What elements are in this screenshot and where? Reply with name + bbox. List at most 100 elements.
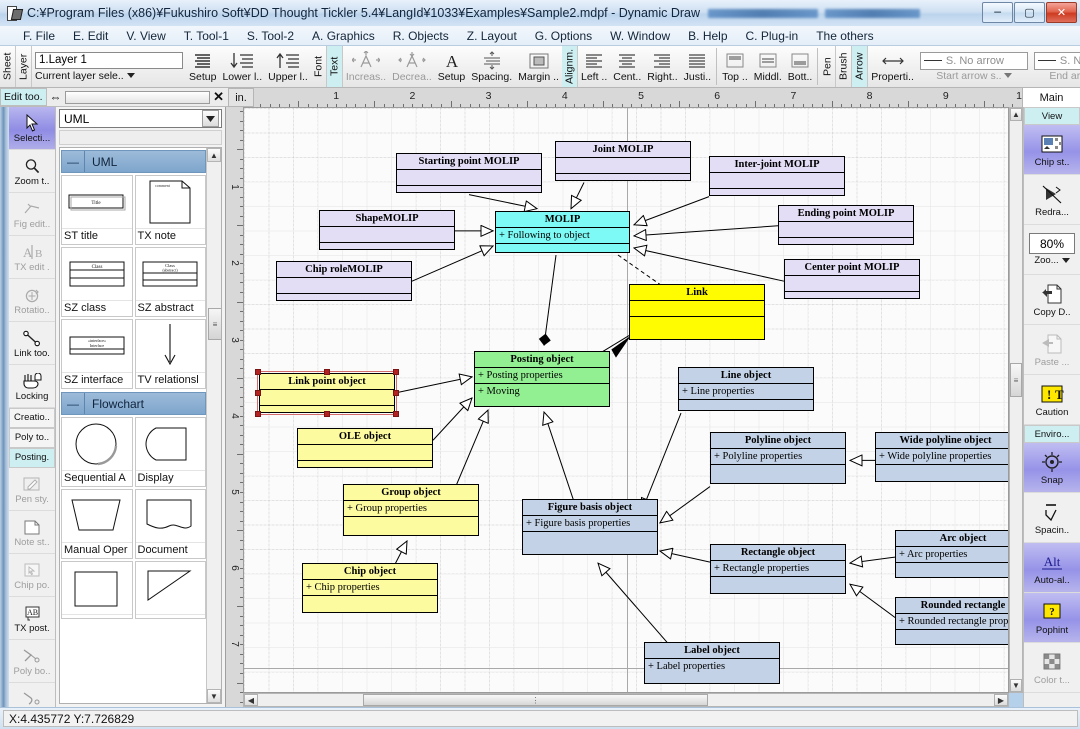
node-rounded-rectangle-object[interactable]: Rounded rectangle + Rounded rectangle pr…: [895, 597, 1008, 645]
scroll-down-icon[interactable]: ▼: [1010, 679, 1022, 692]
menu-objects[interactable]: R. Objects: [384, 27, 458, 45]
text-setup-button[interactable]: A Setup: [435, 46, 468, 87]
node-joint-molip[interactable]: Joint MOLIP: [555, 141, 691, 181]
layer-selector[interactable]: 1.Layer 1 Current layer sele..: [32, 46, 186, 87]
menu-window[interactable]: W. Window: [601, 27, 679, 45]
tool-note-style[interactable]: Note st..: [9, 511, 55, 554]
diagram-canvas[interactable]: Starting point MOLIP Joint MOLIP Inter-j…: [243, 107, 1009, 693]
palette-item-document[interactable]: Document: [134, 489, 206, 559]
menu-edit[interactable]: E. Edit: [64, 27, 117, 45]
menu-graphics[interactable]: A. Graphics: [303, 27, 384, 45]
scroll-right-icon[interactable]: ▶: [994, 694, 1008, 706]
node-group-object[interactable]: Group object + Group properties: [343, 484, 479, 536]
font-tab[interactable]: Font: [310, 46, 327, 87]
align-middle-button[interactable]: Middl.: [751, 46, 785, 87]
tool-locking[interactable]: Locking: [9, 365, 55, 408]
palette-item-manual-operation[interactable]: Manual Oper: [61, 489, 133, 559]
align-bottom-button[interactable]: Bott..: [785, 46, 816, 87]
node-inter-joint-molip[interactable]: Inter-joint MOLIP: [709, 156, 845, 196]
palette-item-rect[interactable]: [61, 561, 133, 619]
collapse-icon[interactable]: —: [62, 397, 84, 411]
tool-text-edit[interactable]: AB TX edit .: [9, 236, 55, 279]
maximize-button[interactable]: ▢: [1014, 2, 1045, 23]
copy-document-button[interactable]: Copy D..: [1024, 275, 1080, 325]
tool-figure-edit[interactable]: Fig edit..: [9, 193, 55, 236]
selection-handle[interactable]: [255, 369, 261, 375]
node-center-point-molip[interactable]: Center point MOLIP: [784, 259, 920, 299]
menu-layout[interactable]: Z. Layout: [458, 27, 526, 45]
node-ending-point-molip[interactable]: Ending point MOLIP: [778, 205, 914, 245]
tool-pen-style[interactable]: Pen sty.: [9, 468, 55, 511]
horizontal-ruler[interactable]: 12345678910: [254, 88, 1023, 108]
end-arrow-selector[interactable]: S. No arrow End arrow sel.: [1031, 46, 1080, 87]
vertical-ruler[interactable]: 12345678: [226, 107, 244, 707]
palette-group-uml[interactable]: — UML: [61, 150, 206, 173]
tool-rotation[interactable]: Rotatio..: [9, 279, 55, 322]
tool-creation[interactable]: Creatio..: [9, 408, 55, 428]
caution-button[interactable]: ! T Caution: [1024, 375, 1080, 425]
palette-scroll-thumb[interactable]: ≡: [208, 308, 221, 340]
pophint-button[interactable]: ? Pophint: [1024, 593, 1080, 643]
selection-handle[interactable]: [255, 411, 261, 417]
node-label-object[interactable]: Label object + Label properties: [644, 642, 780, 684]
environment-tab[interactable]: Enviro...: [1024, 425, 1080, 443]
menu-file[interactable]: F. File: [14, 27, 64, 45]
layer-tab[interactable]: Layer: [16, 46, 32, 87]
tool-selection[interactable]: Selecti...: [9, 107, 55, 150]
lower-layer-button[interactable]: Lower l..: [219, 46, 265, 87]
menu-tool-2[interactable]: S. Tool-2: [238, 27, 303, 45]
align-left-button[interactable]: Left ..: [578, 46, 610, 87]
close-button[interactable]: ✕: [1046, 2, 1077, 23]
decrease-font-button[interactable]: Decrea..: [389, 46, 435, 87]
palette-scrollbar[interactable]: ▲ ≡ ▼: [206, 148, 221, 703]
horizontal-scroll-track[interactable]: ⋮: [258, 694, 994, 706]
selection-handle[interactable]: [393, 390, 399, 396]
chevron-down-icon[interactable]: [1003, 73, 1012, 78]
scroll-up-icon[interactable]: ▲: [1010, 108, 1022, 121]
tool-posting[interactable]: Posting.: [9, 448, 55, 468]
palette-group-flowchart[interactable]: — Flowchart: [61, 392, 206, 415]
brush-tab[interactable]: Brush: [836, 46, 853, 87]
node-figure-basis-object[interactable]: Figure basis object + Figure basis prope…: [522, 499, 658, 555]
palette-item-sequential-access[interactable]: Sequential A: [61, 417, 133, 487]
selection-handle[interactable]: [393, 411, 399, 417]
increase-font-button[interactable]: Increas..: [343, 46, 389, 87]
selection-handle[interactable]: [324, 369, 330, 375]
layer-setup-button[interactable]: Setup: [186, 46, 219, 87]
node-starting-point-molip[interactable]: Starting point MOLIP: [396, 153, 542, 193]
view-tab[interactable]: View: [1024, 107, 1080, 125]
palette-item-sz-interface[interactable]: «interface» Interface SZ interface: [61, 319, 133, 389]
align-right-button[interactable]: Right..: [644, 46, 680, 87]
spacing-button[interactable]: Spacing.: [468, 46, 515, 87]
node-chip-object[interactable]: Chip object + Chip properties: [302, 563, 438, 613]
zoom-control[interactable]: 80% Zoo...: [1024, 225, 1080, 275]
node-ole-object[interactable]: OLE object: [297, 428, 433, 468]
node-wide-polyline-object[interactable]: Wide polyline object + Wide polyline pro…: [875, 432, 1008, 482]
tool-chip-posting[interactable]: Chip po.: [9, 554, 55, 597]
tool-polyline-border[interactable]: Poly bo..: [9, 640, 55, 683]
vertical-scroll-thumb[interactable]: ≡: [1010, 363, 1022, 397]
auto-align-button[interactable]: Alt Auto-al..: [1024, 543, 1080, 593]
node-arc-object[interactable]: Arc object + Arc properties: [895, 530, 1008, 578]
menu-view[interactable]: V. View: [117, 27, 174, 45]
alignment-tab[interactable]: Alignm.: [561, 46, 578, 87]
palette-item-sz-abstract[interactable]: Class (abstract) SZ abstract: [134, 247, 206, 317]
palette-item-tx-note[interactable]: comment TX note: [134, 175, 206, 245]
menu-the-others[interactable]: The others: [807, 27, 882, 45]
palette-item-triangle[interactable]: [134, 561, 206, 619]
selection-handle[interactable]: [393, 369, 399, 375]
unit-indicator[interactable]: in.: [228, 88, 254, 107]
tool-text-posting[interactable]: AB TX post.: [9, 597, 55, 640]
align-center-button[interactable]: Cent..: [610, 46, 644, 87]
edit-tool-slot[interactable]: [64, 90, 211, 104]
spacing-button-right[interactable]: Spacin..: [1024, 493, 1080, 543]
align-justify-button[interactable]: Justi..: [681, 46, 714, 87]
menu-plugin[interactable]: C. Plug-in: [737, 27, 808, 45]
arrow-properties-button[interactable]: Properti..: [868, 46, 917, 87]
scroll-up-icon[interactable]: ▲: [207, 148, 221, 162]
horizontal-scroll-thumb[interactable]: ⋮: [363, 694, 708, 706]
snap-button[interactable]: Snap: [1024, 443, 1080, 493]
start-arrow-box[interactable]: S. No arrow: [919, 51, 1028, 70]
palette-category-combo[interactable]: UML: [59, 109, 222, 128]
scroll-left-icon[interactable]: ◀: [244, 694, 258, 706]
